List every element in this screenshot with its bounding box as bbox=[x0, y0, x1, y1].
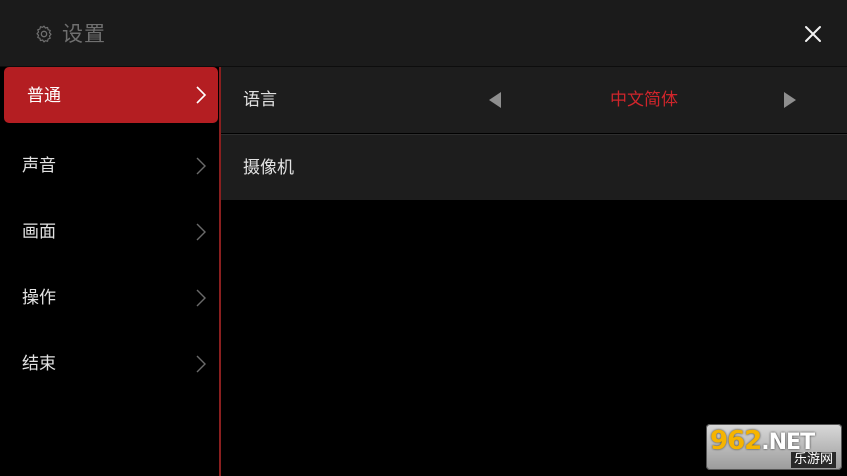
camera-label: 摄像机 bbox=[243, 158, 294, 178]
sidebar-item-label: 画面 bbox=[22, 222, 56, 242]
language-value: 中文简体 bbox=[610, 90, 678, 110]
arrow-right-icon[interactable] bbox=[783, 91, 797, 109]
site-watermark-logo: 962.NET 乐游网 bbox=[706, 424, 842, 470]
sidebar-item-quit[interactable]: 结束 bbox=[0, 334, 219, 394]
chevron-right-icon bbox=[196, 355, 206, 373]
chevron-right-icon bbox=[196, 289, 206, 307]
sidebar-item-general[interactable]: 普通 bbox=[4, 67, 218, 123]
chevron-right-icon bbox=[196, 223, 206, 241]
sidebar-item-label: 结束 bbox=[22, 354, 56, 374]
settings-header: 设置 bbox=[0, 0, 847, 67]
settings-sidebar: 普通 声音 画面 操作 结束 bbox=[0, 67, 221, 476]
sidebar-item-controls[interactable]: 操作 bbox=[0, 268, 219, 328]
sidebar-item-label: 操作 bbox=[22, 288, 56, 308]
arrow-left-icon[interactable] bbox=[488, 91, 502, 109]
sidebar-item-sound[interactable]: 声音 bbox=[0, 136, 219, 196]
chevron-right-icon bbox=[196, 157, 206, 175]
settings-content: 语言 中文简体 摄像机 bbox=[221, 67, 847, 476]
chevron-right-icon bbox=[196, 86, 207, 104]
sidebar-item-label: 普通 bbox=[27, 86, 61, 106]
watermark-sub-text: 乐游网 bbox=[790, 452, 836, 468]
sidebar-item-label: 声音 bbox=[22, 156, 56, 176]
settings-window: 设置 普通 声音 画面 操作 结束 语言 中文简体 摄像机 962.NET 乐游… bbox=[0, 0, 847, 476]
language-label: 语言 bbox=[243, 90, 277, 110]
close-icon[interactable] bbox=[801, 22, 825, 46]
page-title: 设置 bbox=[62, 22, 106, 46]
gear-icon bbox=[36, 25, 52, 43]
camera-row[interactable]: 摄像机 bbox=[221, 134, 847, 200]
sidebar-item-display[interactable]: 画面 bbox=[0, 202, 219, 262]
language-row: 语言 中文简体 bbox=[221, 67, 847, 133]
